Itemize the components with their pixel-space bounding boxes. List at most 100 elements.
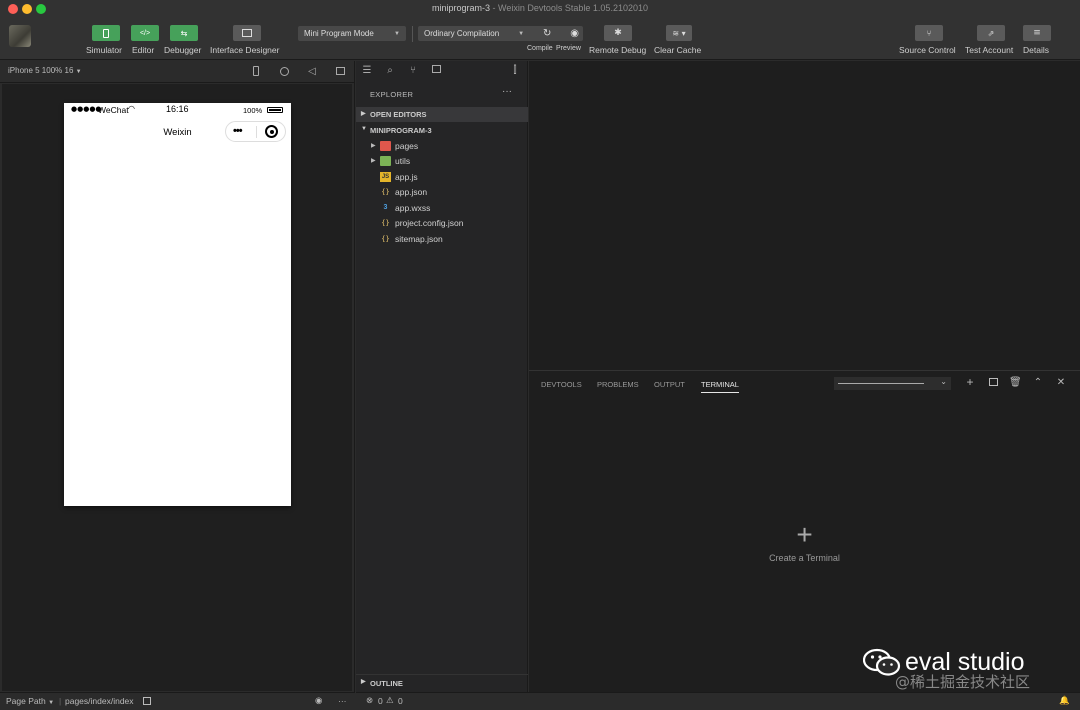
search-icon[interactable]: ⌕ [384, 65, 396, 76]
branch-icon: ⑂ [926, 28, 932, 38]
compile-label: Compile [527, 45, 553, 52]
warning-icon[interactable]: ⚠ [386, 696, 394, 706]
eye-icon[interactable]: ◉ [315, 696, 322, 706]
chevron-down-icon: ▼ [361, 126, 367, 132]
tab-devtools[interactable]: DEVTOOLS [541, 380, 582, 389]
bottom-panel: DEVTOOLS PROBLEMS OUTPUT TERMINAL ⌄ + 🗑 … [529, 370, 1080, 692]
window-restore-icon[interactable] [334, 66, 346, 78]
debugger-toggle-button[interactable]: ⇆ [170, 25, 198, 41]
device-select-value: iPhone 5 100% 16 [8, 66, 74, 75]
tab-output[interactable]: OUTPUT [654, 380, 685, 389]
source-control-button[interactable]: ⑂ [915, 25, 943, 41]
terminal-select-value [838, 383, 924, 384]
capsule-divider [256, 126, 257, 138]
caret-down-icon: ▼ [518, 30, 525, 37]
tree-item-app-js[interactable]: JS app.js [356, 170, 528, 185]
details-button[interactable]: ≡ [1023, 25, 1051, 41]
split-view-icon[interactable]: ⫿ [509, 65, 521, 76]
user-avatar[interactable] [9, 25, 31, 47]
caret-down-icon: ▼ [394, 30, 400, 37]
outline-section[interactable]: ▶ OUTLINE [356, 674, 528, 690]
compilation-select[interactable]: Ordinary Compilation ▼ ↻ ◉ [418, 26, 583, 41]
phone-icon [103, 28, 109, 38]
tree-item-label: app.js [395, 172, 418, 182]
phone-status-bar: ●●●●● WeChat ◠ 16:16 100% [64, 103, 291, 117]
devtools-window: miniprogram-3 - Weixin Devtools Stable 1… [0, 0, 1080, 710]
project-label: MINIPROGRAM-3 [370, 126, 432, 135]
tree-item-project-config-json[interactable]: {} project.config.json [356, 216, 528, 231]
tree-item-pages[interactable]: ▶ pages [356, 139, 528, 154]
tree-item-utils[interactable]: ▶ utils [356, 154, 528, 169]
json-file-icon: {} [381, 219, 390, 227]
chevron-down-icon: ⌄ [940, 377, 947, 386]
mode-select[interactable]: Mini Program Mode ▼ [298, 26, 406, 41]
trash-icon[interactable]: 🗑 [1009, 377, 1022, 388]
add-terminal-icon[interactable]: + [964, 375, 976, 389]
folder-icon [380, 156, 391, 166]
wifi-icon: ◠ [128, 104, 135, 113]
tree-item-app-wxss[interactable]: 3 app.wxss [356, 201, 528, 216]
volume-icon[interactable]: ◁ [306, 66, 318, 78]
project-section[interactable]: ▼ MINIPROGRAM-3 [356, 123, 528, 138]
chevron-right-icon: ▶ [361, 679, 366, 685]
interface-designer-label: Interface Designer [210, 45, 280, 55]
close-target-icon[interactable] [265, 125, 278, 138]
phone-icon[interactable] [250, 66, 262, 78]
extensions-icon[interactable] [430, 65, 442, 76]
refresh-icon[interactable]: ↻ [543, 28, 551, 39]
copy-icon[interactable] [143, 696, 151, 706]
more-dots-icon[interactable]: ••• [233, 125, 243, 137]
tree-item-label: pages [395, 141, 419, 151]
error-count: 0 [378, 696, 383, 706]
record-icon[interactable] [278, 66, 290, 78]
tab-problems[interactable]: PROBLEMS [597, 380, 639, 389]
tree-item-label: sitemap.json [395, 234, 443, 244]
clear-cache-button[interactable]: ≋ ▾ [666, 25, 692, 41]
files-list-icon[interactable]: ☰ [361, 65, 373, 76]
source-control-icon[interactable]: ⑂ [407, 65, 419, 76]
clear-cache-label: Clear Cache [654, 45, 702, 55]
open-editors-section[interactable]: ▶ OPEN EDITORS [356, 107, 528, 122]
debugger-label: Debugger [164, 45, 202, 55]
interface-designer-button[interactable] [233, 25, 261, 41]
test-account-label: Test Account [965, 45, 1014, 55]
simulator-footer: Page Path ▼ | pages/index/index ◉ ··· [0, 692, 355, 710]
status-time: 16:16 [166, 104, 189, 114]
remote-debug-button[interactable]: ✱ [604, 25, 632, 41]
toolbar-separator [412, 26, 413, 42]
page-path-value: pages/index/index [65, 696, 134, 706]
editor-toggle-button[interactable]: </> [131, 25, 159, 41]
tree-item-label: project.config.json [395, 218, 464, 228]
test-account-button[interactable]: ⇗ [977, 25, 1005, 41]
remote-debug-label: Remote Debug [589, 45, 647, 55]
close-icon[interactable]: ✕ [1055, 377, 1067, 388]
tree-item-label: app.wxss [395, 203, 431, 213]
phone-screen[interactable]: ●●●●● WeChat ◠ 16:16 100% Weixin ••• [64, 103, 291, 506]
tree-item-sitemap-json[interactable]: {} sitemap.json [356, 232, 528, 247]
error-icon[interactable]: ⊗ [366, 696, 373, 706]
watermark: eval studio @稀土掘金技术社区 [863, 648, 1068, 700]
caret-down-icon: ▼ [75, 69, 82, 75]
tab-terminal[interactable]: TERMINAL [701, 380, 739, 393]
simulator-panel: iPhone 5 100% 16 ▼ ◁ ●●●●● WeChat ◠ 16:1… [0, 61, 355, 692]
page-path-label: Page Path [6, 696, 46, 706]
tree-item-app-json[interactable]: {} app.json [356, 185, 528, 200]
chevron-right-icon: ▶ [371, 158, 376, 164]
preview-label: Preview [556, 45, 581, 52]
capsule-menu[interactable]: ••• [225, 121, 286, 142]
terminal-select[interactable]: ⌄ [834, 377, 951, 390]
device-select[interactable]: iPhone 5 100% 16 ▼ [8, 66, 82, 75]
chevron-right-icon: ▶ [371, 143, 376, 149]
chevron-up-icon[interactable]: ⌃ [1032, 377, 1044, 388]
more-icon[interactable]: ··· [338, 696, 347, 706]
explorer-more-icon[interactable]: ··· [502, 86, 512, 97]
simulator-toggle-button[interactable] [92, 25, 120, 41]
eye-icon[interactable]: ◉ [570, 28, 579, 39]
watermark-sub: @稀土掘金技术社区 [895, 673, 1031, 691]
compilation-select-value: Ordinary Compilation [424, 29, 500, 38]
page-path-select[interactable]: Page Path ▼ [6, 696, 54, 706]
split-terminal-icon[interactable] [987, 377, 999, 388]
folder-icon [380, 141, 391, 151]
create-terminal-label[interactable]: Create a Terminal [529, 553, 1080, 563]
create-terminal-plus-icon[interactable]: + [529, 519, 1080, 551]
